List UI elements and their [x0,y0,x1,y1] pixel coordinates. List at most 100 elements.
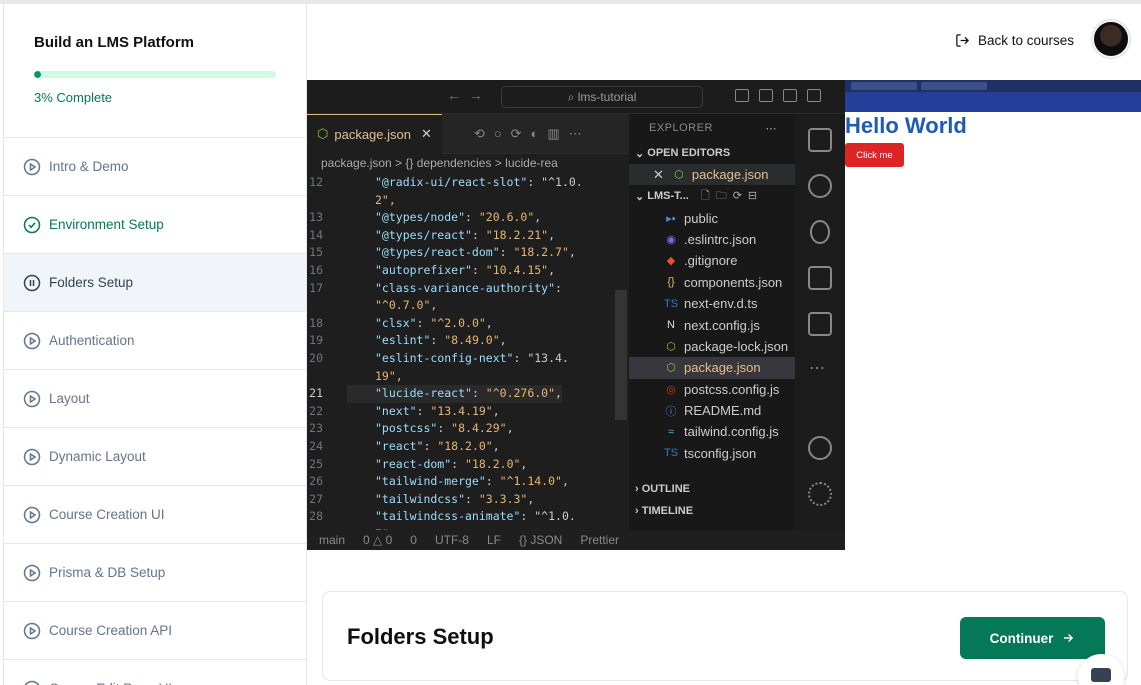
code-text: "@radix-ui/react-slot": "^1.0. [375,175,583,189]
chapter-label: Prisma & DB Setup [49,565,166,580]
continue-button[interactable]: Continuer [960,617,1105,659]
code-line: 23 "postcss": "8.4.29", [307,420,629,438]
file-type-icon: TS [664,297,679,310]
line-number: 17 [309,280,323,295]
play-circle-icon [23,564,41,582]
account-icon [808,436,832,460]
chapter-label: Intro & Demo [49,159,129,174]
explorer-file: ◎ postcss.config.js [629,379,795,400]
browser-chrome [845,80,1141,112]
file-name: tsconfig.json [684,445,757,461]
play-circle-icon [23,448,41,466]
settings-gear-icon [808,482,832,506]
file-type-icon: ◆ [666,255,676,268]
chapter-item[interactable]: Layout [4,370,306,428]
line-number: 26 [309,474,323,489]
continue-label: Continuer [989,630,1054,646]
chapter-label: Layout [49,391,90,406]
files-icon [808,128,832,152]
line-number-blank [307,297,347,315]
code-text: "@types/node": "20.6.0", [375,210,542,225]
code-text: "react-dom": "18.2.0", [375,456,528,471]
code-line: 13 "@types/node": "20.6.0", [307,209,629,227]
code-text-wrap: 2", [375,192,396,207]
chapter-item[interactable]: Folders Setup [4,254,306,312]
logout-icon [956,34,969,47]
play-circle-icon [23,622,41,640]
code-line: 18 "clsx": "^2.0.0", [307,315,629,333]
preview-heading: Hello World [845,113,967,138]
code-line-wrap: 2", [307,192,629,210]
chapter-item[interactable]: Prisma & DB Setup [4,544,306,602]
status-item: 0 [410,533,417,547]
browser-tabs [845,80,1141,92]
line-number-blank [307,368,347,386]
chapter-label: Authentication [49,333,135,348]
line-number: 27 [309,491,323,506]
chapter-item[interactable]: Course Creation API [4,602,306,660]
code-line: 28 "tailwindcss-animate": "^1.0. [307,508,629,526]
line-number: 22 [309,403,323,418]
progress-bar [34,71,276,78]
code-line-wrap: 19", [307,368,629,386]
explorer-file: ⬡ package-lock.json [629,336,795,357]
progress-text: 3% Complete [34,90,113,105]
file-type-icon: ⬡ [666,362,676,375]
arrow-right-icon [1064,634,1074,642]
code-text-wrap: 19", [375,368,403,383]
code-text: "@types/react-dom": "18.2.7", [375,245,576,260]
chapter-list: Intro & Demo Environment Setup Folders Set… [4,138,306,685]
pause-circle-icon [23,274,41,292]
file-name: package.json [684,360,761,376]
node-icon: ⬡ [674,169,684,182]
file-explorer: EXPLORER ⋯ ⌄ OPEN EDITORS ✕ ⬡ package.json … [629,114,795,530]
status-item: 0 △ 0 [363,533,393,547]
file-type-icon: ◉ [666,233,676,246]
chapter-title: Folders Setup [347,624,494,649]
timeline-header: › TIMELINE [635,505,694,518]
chapter-item[interactable]: Course Creation UI [4,486,306,544]
code-line: 19 "eslint": "8.49.0", [307,332,629,350]
code-line: 16 "autoprefixer": "10.4.15", [307,262,629,280]
chapter-item[interactable]: Environment Setup [4,196,306,254]
close-icon: ✕ [653,166,664,182]
chapter-item[interactable]: Intro & Demo [4,138,306,196]
code-line-wrap: "^0.7.0", [307,297,629,315]
code-lines: 12 "@radix-ui/react-slot": "^1.0. 2", 13 "@t… [307,174,629,543]
back-to-courses-button[interactable]: Back to courses [955,33,1074,48]
code-text: "autoprefixer": "10.4.15", [375,262,556,277]
file-type-icon: {} [667,276,675,289]
code-line: 24 "react": "18.2.0", [307,438,629,456]
file-list: ▸▪ public ◉ .eslintrc.json ◆ .gitignore {} comp… [629,207,795,464]
line-number: 28 [309,509,323,524]
file-type-icon: ≈ [667,425,675,438]
code-text: "class-variance-authority": [375,280,562,295]
file-name: components.json [684,274,783,290]
play-circle-icon [23,506,41,524]
line-number: 23 [309,421,323,436]
line-number: 25 [309,456,323,471]
file-name: public [684,210,718,226]
progress-bar-fill [34,71,42,78]
play-circle-icon [23,158,41,176]
course-sidebar: Build an LMS Platform 3% Complete Intro … [3,4,307,685]
code-text: "next": "13.4.19", [375,403,500,418]
chapter-item[interactable]: Course Edit Page UI [4,660,306,685]
user-avatar[interactable] [1092,20,1130,58]
file-type-icon: ⓘ [665,405,677,418]
video-player[interactable]: ← → ⌕ lms-tutorial ⬡ package.json ✕ ⟲○⟳◐▥⋯… [307,80,1141,550]
chapter-item[interactable]: Authentication [4,312,306,370]
file-type-icon: ⬡ [666,340,676,353]
play-circle-icon [23,332,41,350]
chat-icon [1091,668,1111,682]
play-circle-icon [23,390,41,408]
line-number: 14 [309,227,323,242]
editor-scrollbar [615,290,627,420]
code-text: "clsx": "^2.0.0", [375,315,493,330]
chapter-item[interactable]: Dynamic Layout [4,428,306,486]
line-number: 12 [309,175,323,189]
file-name: next-env.d.ts [684,296,758,312]
outline-header: › OUTLINE [635,483,691,496]
file-name: README.md [684,403,762,419]
explorer-file: ▸▪ public [629,207,795,228]
